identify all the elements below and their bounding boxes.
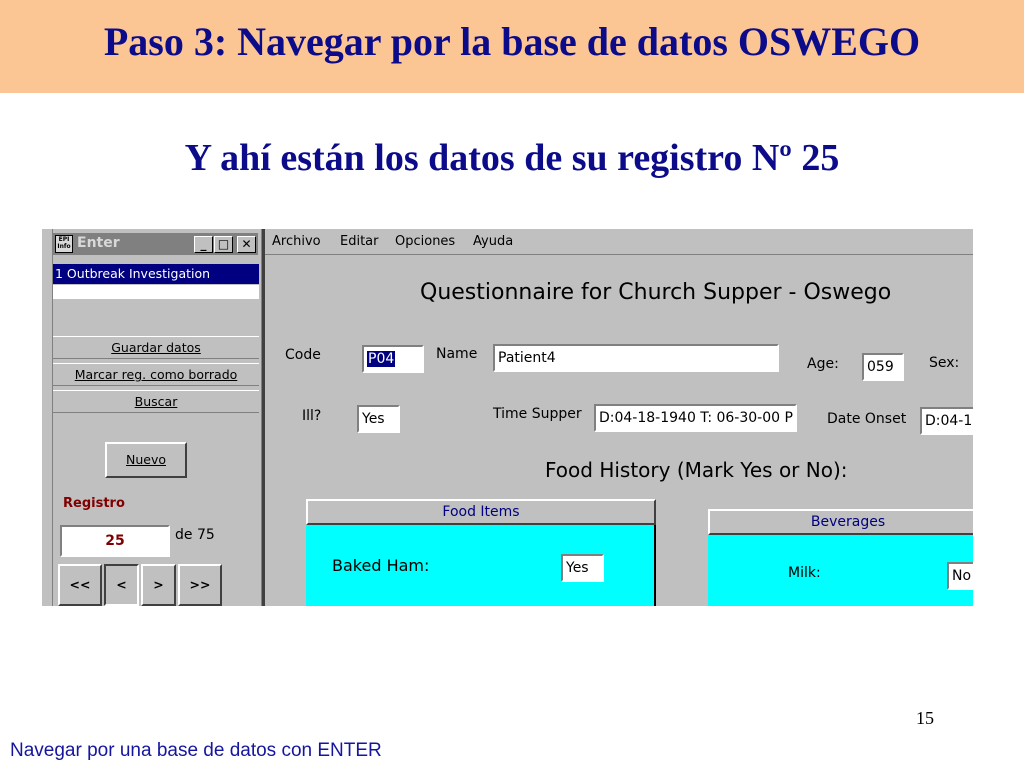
enter-window: EPI Info Enter _ □ ✕ 1 Outbreak Investig… [53, 229, 261, 606]
form-title: Questionnaire for Church Supper - Oswego [420, 280, 892, 305]
list-empty-area [53, 285, 259, 299]
beverages-panel [708, 535, 973, 606]
logo-text-info: Info [57, 243, 71, 250]
last-record-button[interactable]: >> [178, 564, 222, 606]
registro-input[interactable]: 25 [60, 525, 170, 557]
menu-opciones[interactable]: Opciones [395, 234, 455, 249]
milk-field[interactable]: No [947, 562, 973, 590]
code-field[interactable]: P04 [362, 345, 424, 373]
age-label: Age: [807, 356, 839, 372]
marcar-borrado-button[interactable]: Marcar reg. como borrado [53, 363, 259, 386]
page-number: 15 [916, 708, 934, 728]
maximize-button[interactable]: □ [214, 236, 233, 253]
food-items-header: Food Items [306, 499, 656, 525]
epi-info-logo-icon: EPI Info [55, 235, 73, 253]
next-record-button[interactable]: > [141, 564, 176, 606]
date-onset-field[interactable]: D:04-19 [920, 407, 973, 435]
slide-subtitle: Y ahí están los datos de su registro Nº … [184, 137, 840, 179]
menu-archivo[interactable]: Archivo [272, 234, 321, 249]
date-onset-label: Date Onset [827, 411, 907, 427]
menu-ayuda[interactable]: Ayuda [473, 234, 513, 249]
slide-footer: Navegar por una base de datos con ENTER [10, 740, 382, 761]
age-field[interactable]: 059 [862, 353, 904, 381]
enter-window-title: Enter [77, 235, 120, 251]
epi-info-screenshot: EPI Info Enter _ □ ✕ 1 Outbreak Investig… [42, 229, 973, 606]
name-field[interactable]: Patient4 [493, 344, 779, 372]
ill-field[interactable]: Yes [357, 405, 400, 433]
registro-label: Registro [63, 496, 125, 511]
food-history-label: Food History (Mark Yes or No): [545, 458, 848, 482]
baked-ham-field[interactable]: Yes [561, 554, 604, 582]
code-value: P04 [367, 351, 396, 367]
enter-title-bar[interactable]: EPI Info Enter _ □ ✕ [53, 233, 258, 255]
nuevo-button[interactable]: Nuevo [105, 442, 187, 478]
left-edge-strip [42, 229, 53, 606]
slide-title: Paso 3: Navegar por la base de datos OSW… [103, 19, 921, 64]
code-label: Code [285, 347, 321, 363]
logo-text-epi: EPI [58, 236, 70, 243]
guardar-datos-button[interactable]: Guardar datos [53, 336, 259, 359]
ill-label: Ill? [302, 408, 322, 424]
time-supper-label: Time Supper [493, 406, 582, 422]
list-item-outbreak-investigation[interactable]: 1 Outbreak Investigation [53, 264, 259, 284]
sex-label: Sex: [929, 355, 960, 371]
record-count-label: de 75 [175, 527, 215, 543]
buscar-button[interactable]: Buscar [53, 390, 259, 413]
baked-ham-label: Baked Ham: [332, 556, 430, 575]
name-label: Name [436, 346, 478, 362]
milk-label: Milk: [788, 565, 821, 581]
prev-record-button[interactable]: < [104, 564, 139, 606]
questionnaire-form: Archivo Editar Opciones Ayuda Questionna… [265, 229, 973, 606]
first-record-button[interactable]: << [58, 564, 102, 606]
close-button[interactable]: ✕ [237, 236, 256, 253]
minimize-button[interactable]: _ [194, 236, 213, 253]
menu-bar: Archivo Editar Opciones Ayuda [265, 229, 973, 255]
time-supper-field[interactable]: D:04-18-1940 T: 06-30-00 P [594, 404, 797, 432]
menu-editar[interactable]: Editar [340, 234, 379, 249]
beverages-header: Beverages [708, 509, 973, 535]
